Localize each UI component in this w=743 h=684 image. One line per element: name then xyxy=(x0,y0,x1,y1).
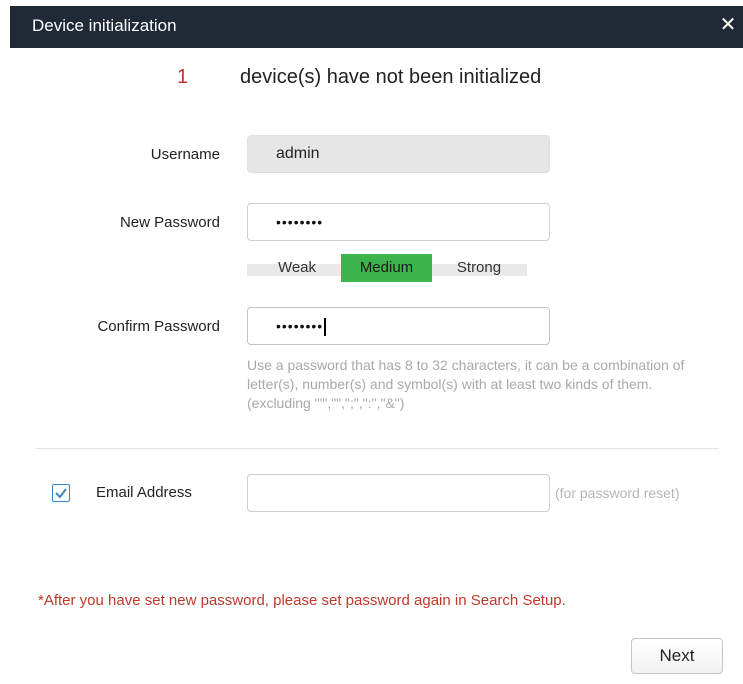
email-input[interactable] xyxy=(247,474,550,512)
password-hint: Use a password that has 8 to 32 characte… xyxy=(247,357,685,411)
uninitialized-message: device(s) have not been initialized xyxy=(240,66,542,88)
divider xyxy=(36,448,719,449)
confirm-password-input[interactable]: •••••••• xyxy=(247,307,550,345)
confirm-password-label: Confirm Password xyxy=(97,318,220,335)
username-value: admin xyxy=(276,145,320,162)
window-title: Device initialization xyxy=(32,16,177,35)
strength-medium: Medium xyxy=(341,254,432,282)
password-strength-meter: Weak Medium Strong xyxy=(247,254,527,282)
email-hint: (for password reset) xyxy=(555,485,680,501)
username-field: admin xyxy=(247,135,550,173)
text-caret xyxy=(324,317,326,336)
checkmark-icon xyxy=(55,488,67,499)
next-button[interactable]: Next xyxy=(631,638,723,674)
email-label: Email Address xyxy=(96,484,192,501)
warning-message: *After you have set new password, please… xyxy=(38,592,566,609)
title-bar: Device initialization ✕ xyxy=(10,6,743,48)
close-icon[interactable]: ✕ xyxy=(719,13,737,37)
confirm-password-value: •••••••• xyxy=(276,318,324,334)
new-password-label: New Password xyxy=(119,214,220,231)
new-password-input[interactable]: •••••••• xyxy=(247,203,550,241)
strength-strong: Strong xyxy=(456,259,502,276)
email-checkbox[interactable] xyxy=(52,484,70,502)
new-password-value: •••••••• xyxy=(276,214,324,230)
uninitialized-count: 1 xyxy=(177,66,189,88)
strength-weak: Weak xyxy=(277,259,317,276)
username-label: Username xyxy=(150,146,220,163)
